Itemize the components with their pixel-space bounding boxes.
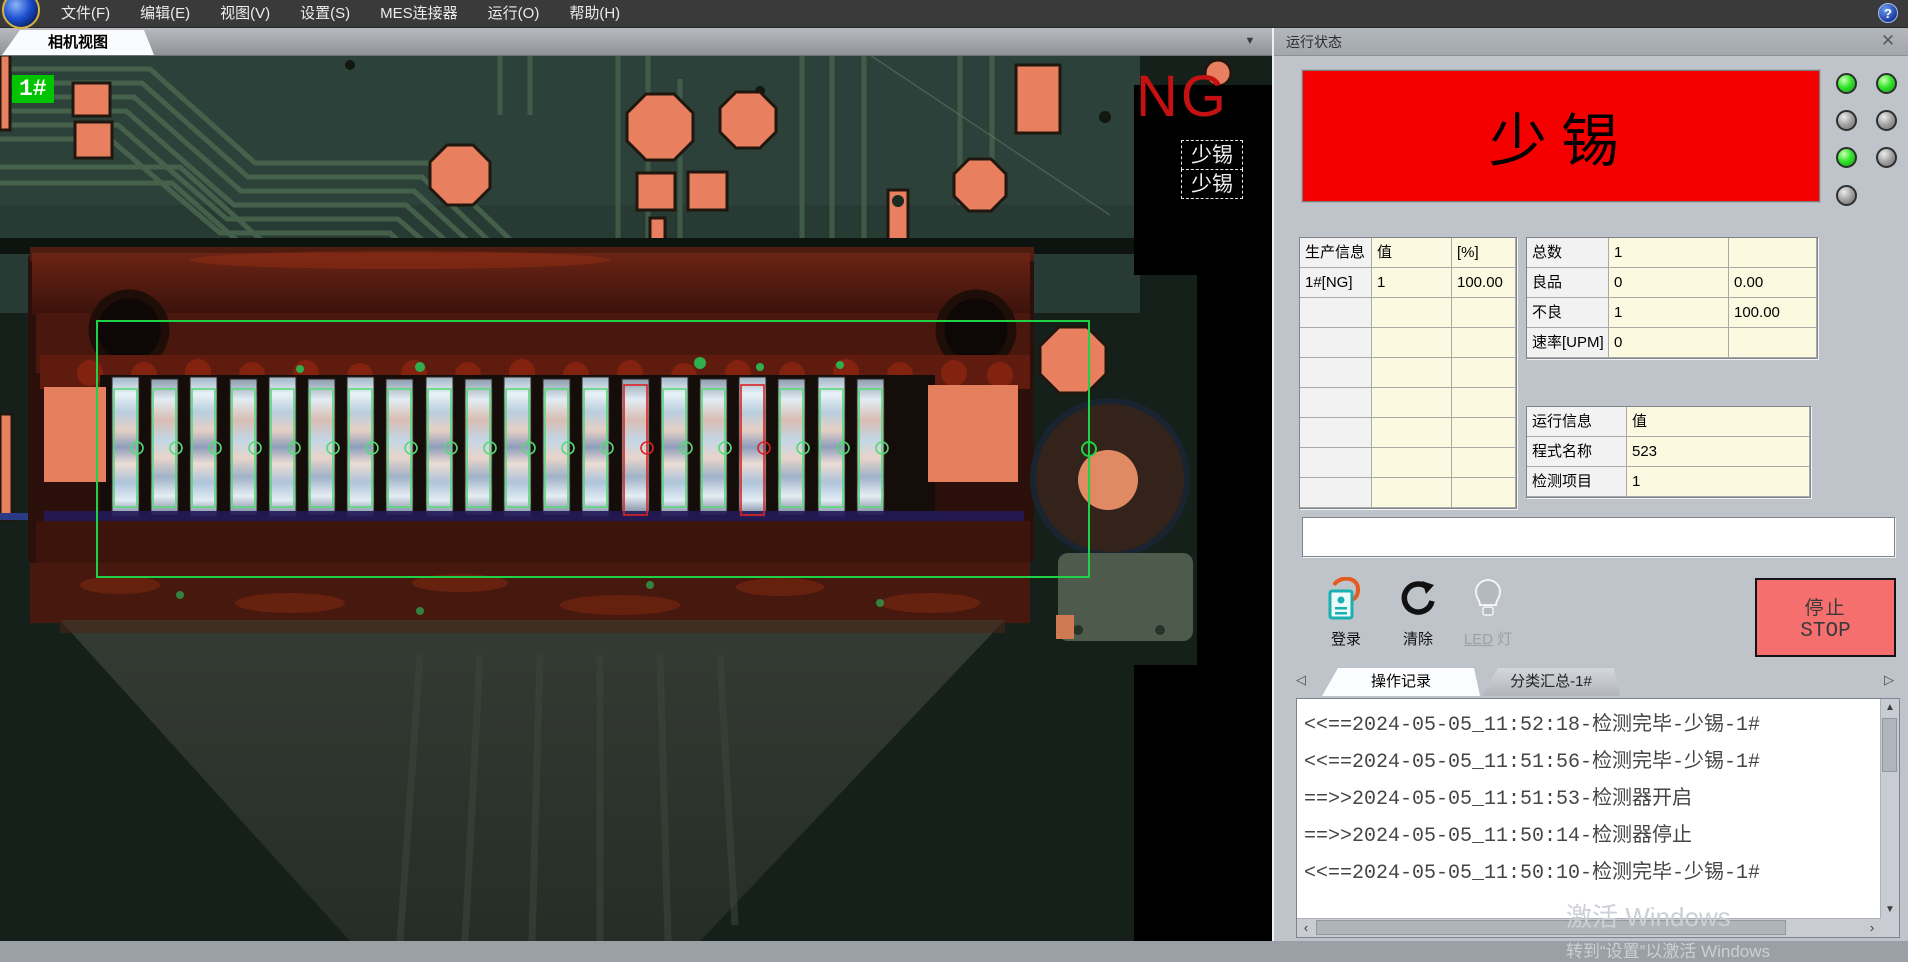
scroll-down-icon[interactable]: ▼ — [1881, 901, 1899, 919]
close-icon[interactable]: ✕ — [1878, 31, 1898, 51]
menu-bar: 文件(F) 编辑(E) 视图(V) 设置(S) MES连接器 运行(O) 帮助(… — [0, 0, 1908, 28]
table-cell — [1729, 238, 1817, 268]
status-led — [1836, 110, 1857, 131]
defect-label: 少锡 — [1181, 169, 1243, 199]
vertical-scroll-thumb[interactable] — [1882, 718, 1897, 772]
pcb-camera-image — [0, 55, 1272, 941]
scroll-up-icon[interactable]: ▲ — [1881, 699, 1899, 717]
table-cell — [1729, 328, 1817, 358]
col-header: [%] — [1452, 238, 1516, 268]
menu-items: 文件(F) 编辑(E) 视图(V) 设置(S) MES连接器 运行(O) 帮助(… — [46, 0, 635, 27]
log-entry: ==>>2024-05-05_11:51:53-检测器开启 — [1304, 781, 1877, 818]
led-light-button[interactable]: LED 灯 — [1452, 575, 1524, 659]
stop-button[interactable]: 停止 STOP — [1755, 578, 1896, 657]
table-cell: 1 — [1609, 298, 1729, 328]
chevron-down-icon[interactable]: ▼ — [1238, 32, 1262, 51]
status-led — [1876, 147, 1897, 168]
menu-view[interactable]: 视图(V) — [205, 0, 285, 27]
table-cell: 100.00 — [1452, 268, 1516, 298]
production-table: 生产信息 值 [%] 1#[NG] 1 100.00 — [1299, 237, 1517, 509]
clear-button[interactable]: 清除 — [1382, 575, 1454, 659]
run-status-panel: 运行状态 ✕ 少锡 生产信息 值 [%] 1#[NG] 1 100.00 总数 … — [1272, 27, 1908, 941]
col-header: 生产信息 — [1300, 238, 1372, 268]
status-led — [1876, 110, 1897, 131]
defect-label-stack: 少锡 少锡 — [1181, 141, 1243, 199]
tab-scroll-left-icon[interactable]: ◁ — [1296, 672, 1306, 688]
log-tabstrip: ◁ 操作记录 分类汇总-1# ▷ — [1274, 666, 1908, 696]
scroll-right-icon[interactable]: › — [1863, 919, 1881, 937]
table-cell: 1#[NG] — [1300, 268, 1372, 298]
camera-id-badge: 1# — [12, 75, 54, 103]
login-badge-icon — [1324, 577, 1368, 621]
led-label: LED 灯 — [1452, 628, 1524, 649]
run-info-table: 运行信息 值 程式名称 523 检测项目 1 — [1526, 406, 1811, 498]
menu-settings[interactable]: 设置(S) — [285, 0, 365, 27]
tab-camera-view[interactable]: 相机视图 — [2, 30, 154, 55]
stop-label-en: STOP — [1800, 620, 1850, 643]
table-cell: 检测项目 — [1527, 467, 1627, 497]
inspection-result-ng: NG — [1136, 63, 1229, 130]
camera-tabbar: 相机视图 ▼ — [0, 27, 1272, 56]
led-bulb-icon — [1466, 577, 1510, 621]
defect-label: 少锡 — [1181, 140, 1243, 170]
table-cell: 1 — [1372, 268, 1452, 298]
table-cell: 程式名称 — [1527, 437, 1627, 467]
table-cell: 0 — [1609, 328, 1729, 358]
scrollbar-corner — [1881, 919, 1899, 937]
table-cell: 不良 — [1527, 298, 1609, 328]
status-led — [1876, 73, 1897, 94]
menu-run[interactable]: 运行(O) — [473, 0, 555, 27]
table-cell: 总数 — [1527, 238, 1609, 268]
tab-category-summary[interactable]: 分类汇总-1# — [1482, 668, 1620, 696]
table-cell: 523 — [1627, 437, 1810, 467]
status-led — [1836, 185, 1857, 206]
col-header: 值 — [1627, 407, 1810, 437]
log-entry: <<==2024-05-05_11:51:56-检测完毕-少锡-1# — [1304, 744, 1877, 781]
operation-log: <<==2024-05-05_11:52:18-检测完毕-少锡-1# <<==2… — [1296, 698, 1900, 938]
login-label: 登录 — [1310, 628, 1382, 649]
horizontal-scrollbar[interactable]: ‹ › — [1297, 918, 1881, 937]
menu-edit[interactable]: 编辑(E) — [125, 0, 205, 27]
login-button[interactable]: 登录 — [1310, 575, 1382, 659]
table-cell: 1 — [1627, 467, 1810, 497]
col-header: 值 — [1372, 238, 1452, 268]
status-led — [1836, 73, 1857, 94]
tab-operation-log[interactable]: 操作记录 — [1322, 668, 1480, 696]
vertical-scrollbar[interactable]: ▲ ▼ — [1880, 699, 1899, 919]
stop-label-cn: 停止 — [1804, 593, 1846, 620]
log-lines: <<==2024-05-05_11:52:18-检测完毕-少锡-1# <<==2… — [1304, 707, 1877, 915]
menu-file[interactable]: 文件(F) — [46, 0, 125, 27]
horizontal-scroll-thumb[interactable] — [1316, 920, 1786, 935]
clear-label: 清除 — [1382, 628, 1454, 649]
connector-pins — [36, 375, 1030, 563]
app-logo-icon — [2, 0, 40, 29]
table-cell: 0 — [1609, 268, 1729, 298]
clear-icon — [1396, 577, 1440, 621]
log-entry: <<==2024-05-05_11:52:18-检测完毕-少锡-1# — [1304, 707, 1877, 744]
camera-viewport: 1# NG 少锡 少锡 — [0, 55, 1272, 941]
menu-mes-connector[interactable]: MES连接器 — [365, 0, 473, 27]
aoi-inspection-app: { "menu": { "items": ["文件(F)", "编辑(E)", … — [0, 0, 1908, 941]
tab-scroll-right-icon[interactable]: ▷ — [1884, 672, 1894, 688]
status-led — [1836, 147, 1857, 168]
panel-title: 运行状态 — [1286, 32, 1342, 52]
stats-table: 总数 1 良品 0 0.00 不良 1 100.00 速率[UPM] 0 — [1526, 237, 1818, 359]
table-cell: 1 — [1609, 238, 1729, 268]
log-entry: <<==2024-05-05_11:50:10-检测完毕-少锡-1# — [1304, 855, 1877, 892]
help-icon[interactable]: ? — [1878, 3, 1898, 23]
menu-help[interactable]: 帮助(H) — [554, 0, 635, 27]
table-cell: 100.00 — [1729, 298, 1817, 328]
table-cell: 0.00 — [1729, 268, 1817, 298]
col-header: 运行信息 — [1527, 407, 1627, 437]
message-box — [1302, 517, 1895, 557]
table-cell: 速率[UPM] — [1527, 328, 1609, 358]
table-cell: 良品 — [1527, 268, 1609, 298]
alarm-text: 少锡 — [1489, 94, 1633, 178]
alarm-display: 少锡 — [1302, 70, 1820, 202]
panel-titlebar: 运行状态 ✕ — [1274, 27, 1908, 56]
log-entry: ==>>2024-05-05_11:50:14-检测器停止 — [1304, 818, 1877, 855]
